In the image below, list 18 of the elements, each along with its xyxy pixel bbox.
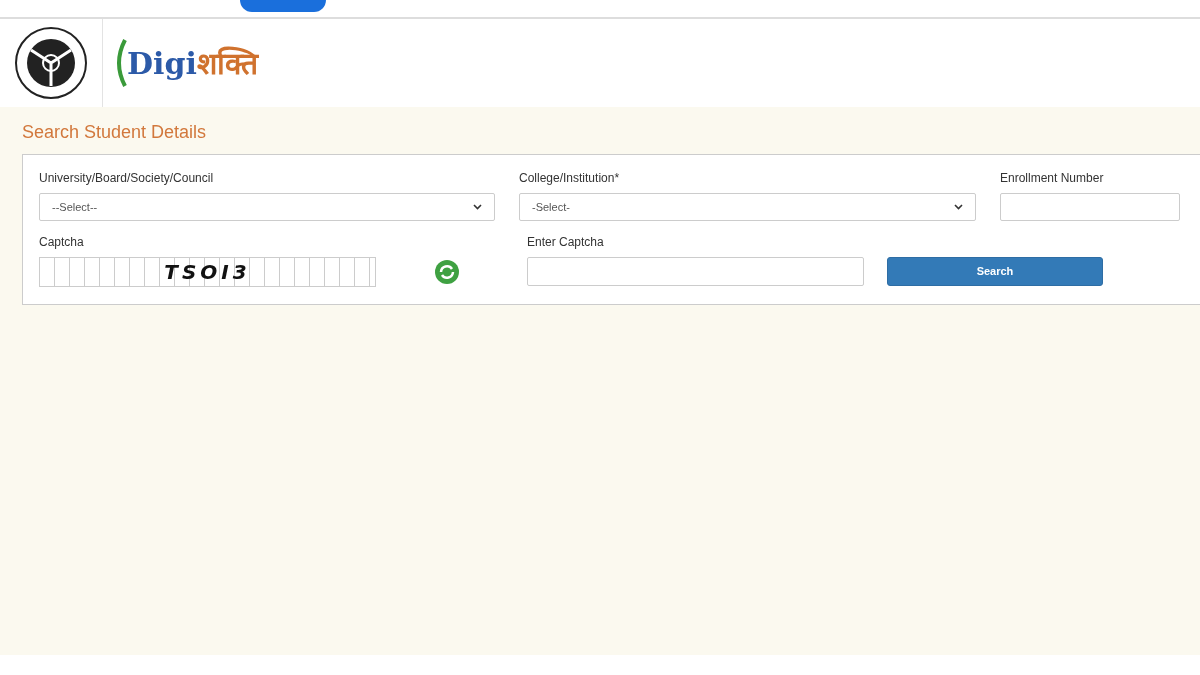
field-label: Enter Captcha xyxy=(527,234,604,251)
select-field[interactable]: --Select-- xyxy=(39,193,495,221)
field-label: Enrollment Number xyxy=(1000,170,1104,187)
captcha-input[interactable] xyxy=(527,257,864,286)
chevron-down-icon xyxy=(473,204,482,210)
logo-text: शक्ति xyxy=(196,45,258,82)
chevron-down-icon xyxy=(954,204,963,210)
field-label: College/Institution* xyxy=(519,170,620,187)
search-button[interactable]: Search xyxy=(887,257,1103,286)
logo-text: Digi xyxy=(127,44,197,83)
page-title: Search Student Details xyxy=(22,121,208,144)
input-field[interactable] xyxy=(1000,193,1180,221)
emblem-icon xyxy=(14,26,88,100)
refresh-icon[interactable] xyxy=(434,259,460,285)
field-label: Captcha xyxy=(39,234,84,251)
select-field[interactable]: -Select- xyxy=(519,193,976,221)
captcha-text: TSOI3 xyxy=(164,259,251,286)
field-label: University/Board/Society/Council xyxy=(39,170,214,187)
